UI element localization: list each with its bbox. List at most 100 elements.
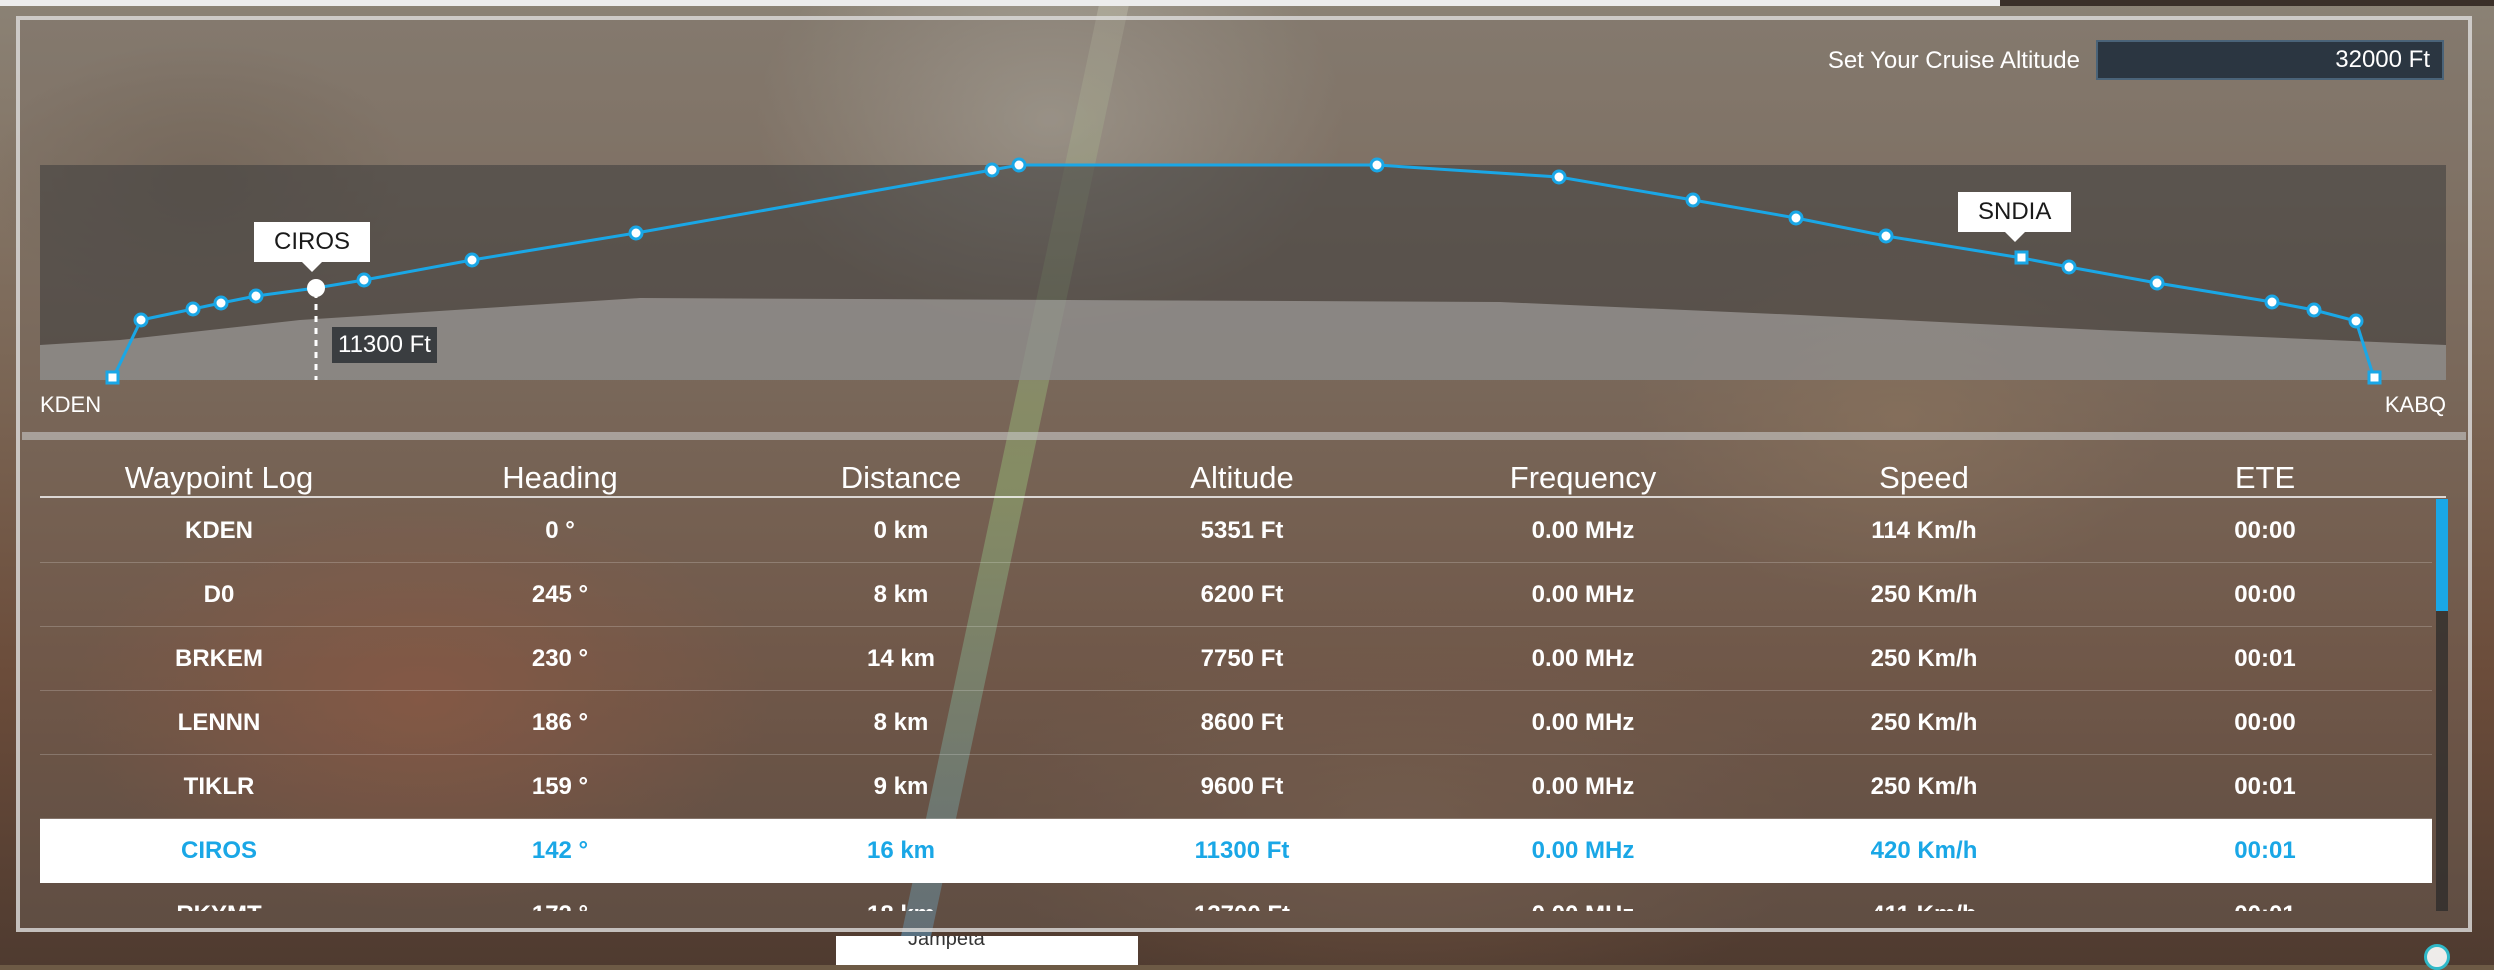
cell-distance: 9 km bbox=[873, 773, 929, 800]
cell-altitude: 9600 Ft bbox=[1200, 773, 1284, 800]
table-scrollbar[interactable] bbox=[2436, 499, 2448, 911]
cell-distance: 18 km bbox=[731, 901, 1071, 911]
compass-icon[interactable] bbox=[2424, 944, 2450, 970]
cell-altitude: 6200 Ft bbox=[1200, 581, 1284, 608]
cell-frequency: 0.00 MHz bbox=[1531, 773, 1635, 800]
profile-waypoint-dot[interactable] bbox=[2149, 275, 2165, 291]
profile-waypoint-dot[interactable] bbox=[1878, 228, 1894, 244]
highlight-waypoint-tag: SNDIA bbox=[1958, 192, 2072, 242]
highlight-waypoint-name: SNDIA bbox=[1978, 198, 2052, 225]
table-row[interactable]: BRKEM 230 ° 14 km 7750 Ft 0.00 MHz 250 K… bbox=[40, 627, 2432, 691]
cell-waypoint: CIROS bbox=[180, 837, 257, 864]
header-distance: Distance bbox=[840, 460, 962, 495]
cell-ete: 00:00 bbox=[2234, 709, 2296, 736]
table-scrollbar-thumb[interactable] bbox=[2436, 499, 2448, 611]
profile-waypoint-dot[interactable] bbox=[984, 162, 1000, 178]
section-divider bbox=[22, 432, 2466, 440]
table-row[interactable]: D0 245 ° 8 km 6200 Ft 0.00 MHz 250 Km/h … bbox=[40, 563, 2432, 627]
cell-distance: 14 km bbox=[866, 645, 936, 672]
profile-waypoint-dot[interactable] bbox=[133, 312, 149, 328]
profile-waypoint-dot[interactable] bbox=[213, 295, 229, 311]
table-row[interactable]: RKYMT 172 ° 18 km 13700 Ft 0.00 MHz 411 … bbox=[40, 883, 2432, 911]
arrival-label: KABQ bbox=[2384, 392, 2446, 417]
hover-waypoint-name: CIROS bbox=[274, 228, 351, 255]
cell-altitude: 11300 Ft bbox=[1194, 837, 1290, 864]
cell-ete: 00:00 bbox=[2234, 581, 2296, 608]
cell-waypoint: KDEN bbox=[184, 517, 253, 544]
cell-ete: 00:01 bbox=[2234, 645, 2296, 672]
bottom-tab-text: Jampeta bbox=[908, 936, 985, 950]
profile-waypoint-dot[interactable] bbox=[1685, 192, 1701, 208]
cell-distance: 16 km bbox=[866, 837, 936, 864]
profile-waypoint-dot[interactable] bbox=[464, 252, 480, 268]
cell-frequency: 0.00 MHz bbox=[1531, 837, 1635, 864]
profile-waypoint-dot[interactable] bbox=[248, 288, 264, 304]
cell-ete: 00:01 bbox=[2234, 773, 2296, 800]
cell-speed: 250 Km/h bbox=[1870, 709, 1978, 736]
cell-distance: 8 km bbox=[873, 581, 929, 608]
profile-waypoint-dot[interactable] bbox=[185, 301, 201, 317]
cell-speed: 250 Km/h bbox=[1870, 773, 1978, 800]
bottom-tab[interactable]: Jampeta bbox=[836, 936, 1138, 965]
table-row[interactable]: KDEN 0 ° 0 km 5351 Ft 0.00 MHz 114 Km/h … bbox=[40, 499, 2432, 563]
table-row[interactable]: TIKLR 159 ° 9 km 9600 Ft 0.00 MHz 250 Km… bbox=[40, 755, 2432, 819]
cell-speed: 411 Km/h bbox=[1754, 901, 2094, 911]
hover-waypoint-dot bbox=[307, 279, 325, 297]
departure-label: KDEN bbox=[40, 392, 102, 417]
header-waypoint-log: Waypoint Log bbox=[124, 460, 314, 495]
cell-heading: 186 ° bbox=[531, 709, 589, 736]
profile-waypoint-dot[interactable] bbox=[1788, 210, 1804, 226]
cell-heading: 172 ° bbox=[390, 901, 730, 911]
profile-waypoint-dot[interactable] bbox=[2061, 259, 2077, 275]
hover-altitude-readout: 11300 Ft bbox=[332, 327, 437, 363]
profile-waypoint-dot[interactable] bbox=[628, 225, 644, 241]
cell-waypoint: LENNN bbox=[177, 709, 261, 736]
header-speed: Speed bbox=[1879, 460, 1969, 495]
sndia-marker bbox=[2014, 250, 2029, 265]
profile-waypoint-dot[interactable] bbox=[1551, 169, 1567, 185]
cell-heading: 159 ° bbox=[531, 773, 589, 800]
cell-ete: 00:00 bbox=[2234, 517, 2296, 544]
cell-altitude: 7750 Ft bbox=[1200, 645, 1284, 672]
cell-heading: 230 ° bbox=[531, 645, 589, 672]
profile-waypoint-dot[interactable] bbox=[356, 272, 372, 288]
arrival-marker bbox=[2367, 370, 2382, 385]
cell-ete: 00:01 bbox=[2095, 901, 2432, 911]
cell-waypoint: RKYMT bbox=[49, 901, 389, 911]
waypoint-table-body[interactable]: KDEN 0 ° 0 km 5351 Ft 0.00 MHz 114 Km/h … bbox=[40, 499, 2432, 911]
profile-waypoint-dot[interactable] bbox=[1011, 157, 1027, 173]
cell-waypoint: BRKEM bbox=[175, 645, 263, 672]
profile-waypoint-dot[interactable] bbox=[1369, 157, 1385, 173]
cell-speed: 250 Km/h bbox=[1870, 581, 1978, 608]
cell-distance: 8 km bbox=[873, 709, 929, 736]
hover-waypoint-tag: CIROS bbox=[254, 222, 371, 272]
table-row-selected[interactable]: CIROS 142 ° 16 km 11300 Ft 0.00 MHz 420 … bbox=[40, 819, 2432, 883]
cell-heading: 0 ° bbox=[545, 517, 575, 544]
cell-waypoint: TIKLR bbox=[183, 773, 255, 800]
profile-waypoint-dot[interactable] bbox=[2348, 313, 2364, 329]
departure-marker bbox=[105, 370, 120, 385]
cell-waypoint: D0 bbox=[203, 581, 235, 608]
cell-altitude: 5351 Ft bbox=[1200, 517, 1284, 544]
cell-altitude: 8600 Ft bbox=[1200, 709, 1284, 736]
cell-distance: 0 km bbox=[873, 517, 929, 544]
cell-frequency: 0.00 MHz bbox=[1531, 581, 1635, 608]
cell-frequency: 0.00 MHz bbox=[1531, 517, 1635, 544]
cell-heading: 245 ° bbox=[531, 581, 589, 608]
header-altitude: Altitude bbox=[1190, 460, 1294, 495]
profile-waypoint-dot[interactable] bbox=[2264, 294, 2280, 310]
header-ete: ETE bbox=[2234, 460, 2296, 495]
cell-ete: 00:01 bbox=[2234, 837, 2296, 864]
waypoint-table-header: Waypoint Log Heading Distance Altitude F… bbox=[40, 456, 2446, 498]
header-heading: Heading bbox=[502, 460, 618, 495]
cell-speed: 114 Km/h bbox=[1871, 517, 1977, 544]
table-row[interactable]: LENNN 186 ° 8 km 8600 Ft 0.00 MHz 250 Km… bbox=[40, 691, 2432, 755]
cell-frequency: 0.00 MHz bbox=[1413, 901, 1753, 911]
profile-waypoint-dot[interactable] bbox=[2306, 302, 2322, 318]
cell-speed: 250 Km/h bbox=[1870, 645, 1978, 672]
cell-speed: 420 Km/h bbox=[1870, 837, 1978, 864]
cell-frequency: 0.00 MHz bbox=[1531, 709, 1635, 736]
header-frequency: Frequency bbox=[1509, 460, 1657, 495]
hover-altitude-value: 11300 Ft bbox=[338, 331, 431, 358]
cell-heading: 142 ° bbox=[531, 837, 589, 864]
